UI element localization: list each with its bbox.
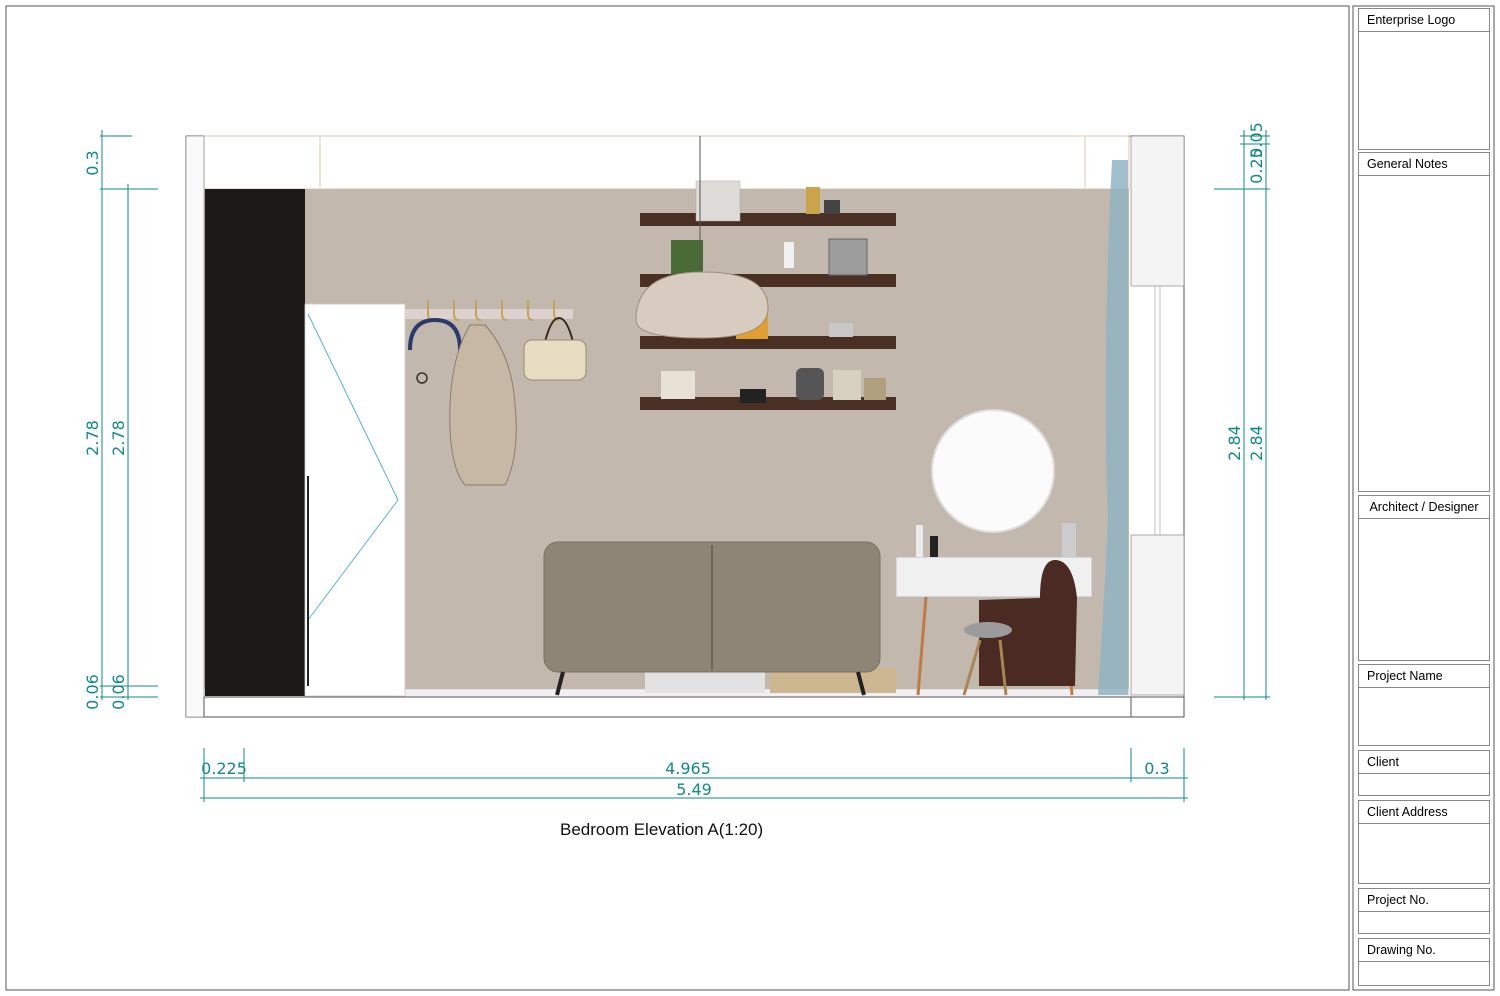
project-no-block: Project No. <box>1358 888 1490 934</box>
drawing-sheet: 0.3 2.78 2.78 0.06 0.06 0.05 0.25 2.84 2… <box>0 0 1500 996</box>
project-name-block: Project Name <box>1358 664 1490 746</box>
enterprise-logo-label: Enterprise Logo <box>1359 9 1489 32</box>
dim-left-wall-outer: 2.78 <box>83 420 102 456</box>
dim-left-floor-inner: 0.06 <box>109 674 128 710</box>
general-notes-block: General Notes <box>1358 152 1490 492</box>
pendant-lamp <box>635 271 769 339</box>
right-column-top <box>1130 135 1185 287</box>
small-box <box>829 323 853 337</box>
photo-frame <box>828 238 868 276</box>
dim-right-wall-outer: 2.84 <box>1225 425 1244 461</box>
coat-rack-rail <box>405 309 573 319</box>
left-wall-section <box>185 135 205 718</box>
bottle <box>930 536 938 557</box>
client-block: Client <box>1358 750 1490 796</box>
bottle <box>916 525 923 557</box>
ceiling-band <box>203 135 1130 190</box>
right-dimension-lines <box>1214 130 1270 700</box>
dim-left-floor-outer: 0.06 <box>83 674 102 710</box>
client-label: Client <box>1359 751 1489 774</box>
drawing-no-block: Drawing No. <box>1358 938 1490 986</box>
books <box>806 187 820 214</box>
dim-bottom-left: 0.225 <box>201 759 247 778</box>
dim-bottom-total: 5.49 <box>676 780 712 799</box>
candle <box>784 242 794 268</box>
photo-frame <box>864 378 886 400</box>
drawing-caption: Bedroom Elevation A(1:20) <box>560 820 764 839</box>
speaker <box>796 368 824 400</box>
framed-print <box>671 240 703 274</box>
left-dimension-lines <box>100 130 158 700</box>
project-no-label: Project No. <box>1359 889 1489 912</box>
handbag <box>523 339 587 381</box>
architect-label: Architect / Designer <box>1359 496 1489 519</box>
small-box <box>824 200 840 214</box>
right-column-bottom <box>1130 534 1185 696</box>
dim-bottom-mid: 4.965 <box>665 759 711 778</box>
dim-left-wall-inner: 2.78 <box>109 420 128 456</box>
dim-right-top-b: 0.25 <box>1247 148 1266 184</box>
dim-left-ceiling: 0.3 <box>83 150 102 175</box>
book-cover <box>695 180 741 222</box>
camera <box>740 389 766 403</box>
elevation-drawing: 0.3 2.78 2.78 0.06 0.06 0.05 0.25 2.84 2… <box>5 5 1495 991</box>
books <box>661 371 695 399</box>
enterprise-logo-block: Enterprise Logo <box>1358 8 1490 150</box>
client-address-label: Client Address <box>1359 801 1489 824</box>
general-notes-label: General Notes <box>1359 153 1489 176</box>
round-mirror <box>931 409 1055 533</box>
white-wardrobe <box>304 303 406 697</box>
stool-seat <box>964 622 1012 638</box>
drawing-no-label: Drawing No. <box>1359 939 1489 962</box>
dim-right-wall-inner: 2.84 <box>1247 425 1266 461</box>
architect-block: Architect / Designer <box>1358 495 1490 661</box>
project-name-label: Project Name <box>1359 665 1489 688</box>
books <box>833 370 861 400</box>
bottle <box>1062 523 1076 557</box>
dim-bottom-right: 0.3 <box>1144 759 1169 778</box>
dark-wardrobe <box>205 189 305 696</box>
client-address-block: Client Address <box>1358 800 1490 884</box>
